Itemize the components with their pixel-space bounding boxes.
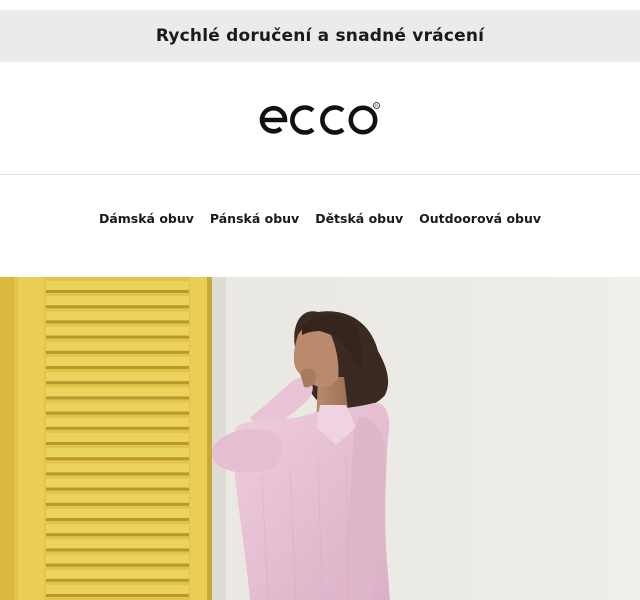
nav-item-outdoor-shoes[interactable]: Outdoorová obuv [419,211,541,226]
yellow-shutter [0,277,212,600]
category-nav: Dámská obuv Pánská obuv Dětská obuv Outd… [0,206,640,230]
header-divider [0,174,640,175]
hero-image[interactable] [0,277,640,600]
nav-item-mens-shoes[interactable]: Pánská obuv [210,211,299,226]
logo-area: R [0,62,640,174]
ecco-logo[interactable]: R [259,101,381,135]
ecco-logo-mark: R [259,102,380,135]
promo-banner-text: Rychlé doručení a snadné vrácení [155,26,485,46]
top-spacer [0,0,640,10]
nav-item-womens-shoes[interactable]: Dámská obuv [99,211,194,226]
svg-text:R: R [375,103,378,108]
hero-photo [0,277,640,600]
promo-banner: Rychlé doručení a snadné vrácení [0,10,640,62]
nav-item-kids-shoes[interactable]: Dětská obuv [315,211,403,226]
